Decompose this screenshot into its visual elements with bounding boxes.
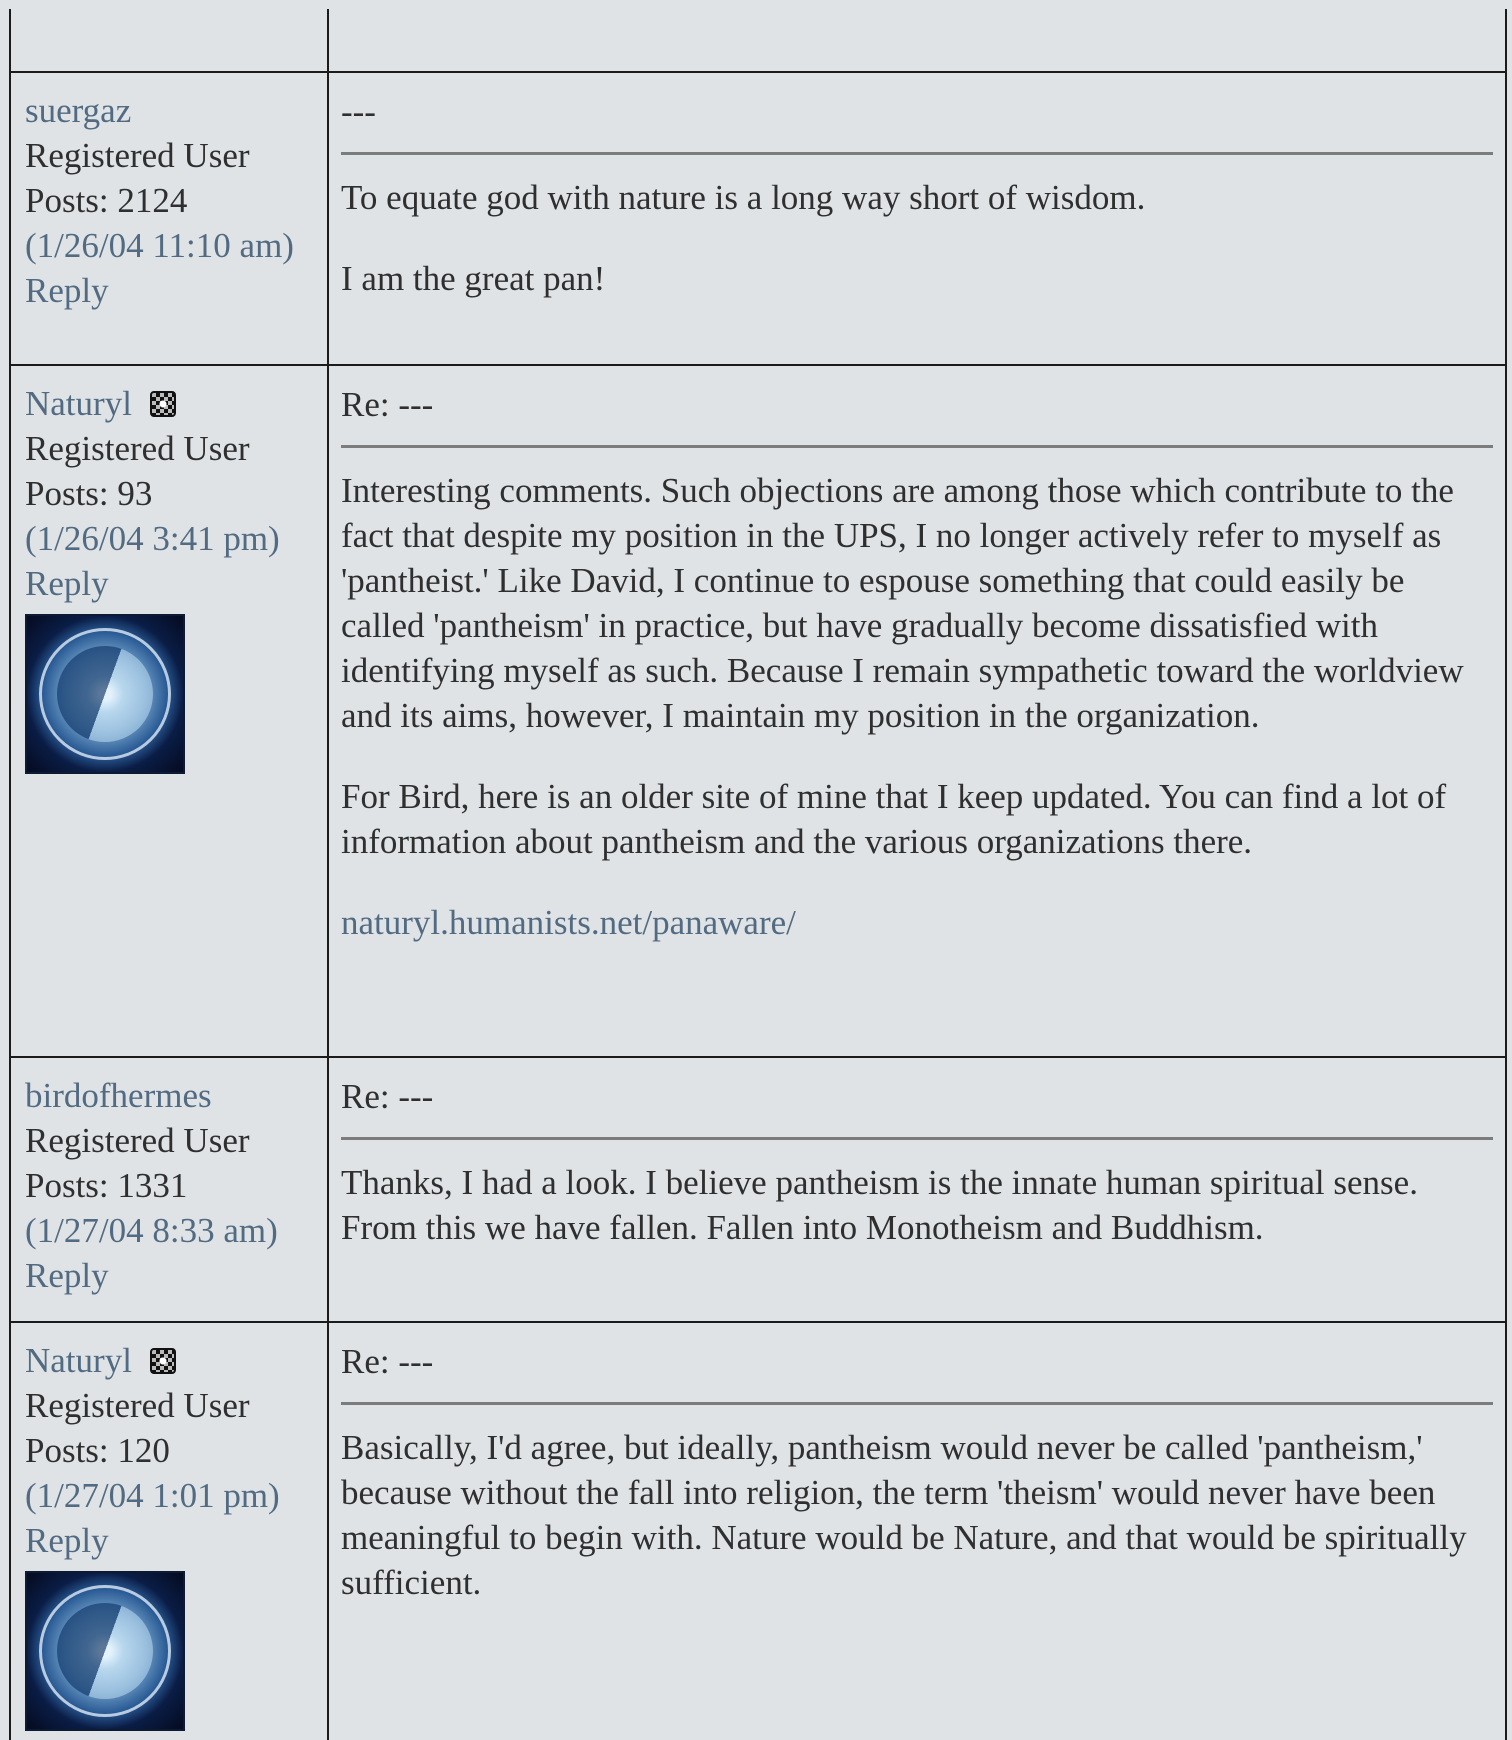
post-body: Thanks, I had a look. I believe pantheis… [341,1160,1493,1250]
post-row: suergaz Registered User Posts: 2124 (1/2… [9,71,1507,366]
reply-link[interactable]: Reply [25,271,109,310]
user-role: Registered User [25,429,250,468]
post-divider [341,1402,1493,1405]
post-content-cell: Re: --- Thanks, I had a look. I believe … [327,1056,1507,1323]
previous-post-row-remainder [9,9,1507,73]
post-divider [341,152,1493,155]
user-role: Registered User [25,136,250,175]
post-body: Basically, I'd agree, but ideally, panth… [341,1425,1493,1605]
username-link[interactable]: Naturyl [25,381,132,426]
post-body: To equate god with nature is a long way … [341,175,1493,301]
previous-post-cell [327,9,1507,73]
reply-link[interactable]: Reply [25,1521,109,1560]
post-timestamp-link[interactable]: (1/26/04 3:41 pm) [25,519,280,558]
post-content-cell: Re: --- Basically, I'd agree, but ideall… [327,1321,1507,1740]
post-paragraph: To equate god with nature is a long way … [341,178,1146,217]
post-content-cell: --- To equate god with nature is a long … [327,71,1507,366]
status-icon [149,1347,176,1374]
post-count: Posts: 93 [25,474,153,513]
username-link[interactable]: suergaz [25,88,131,133]
post-paragraph: Thanks, I had a look. I believe pantheis… [341,1163,1418,1247]
user-role: Registered User [25,1386,250,1425]
post-paragraph: Basically, I'd agree, but ideally, panth… [341,1428,1467,1602]
post-divider [341,445,1493,448]
username-link[interactable]: birdofhermes [25,1073,212,1118]
post-timestamp-link[interactable]: (1/27/04 1:01 pm) [25,1476,280,1515]
post-paragraph: I am the great pan! [341,259,606,298]
post-paragraph: Interesting comments. Such objections ar… [341,471,1464,735]
previous-user-cell [9,9,329,73]
status-icon [149,390,176,417]
username-link[interactable]: Naturyl [25,1338,132,1383]
avatar-image [25,1571,185,1731]
avatar-ring [39,1585,171,1717]
post-timestamp-link[interactable]: (1/26/04 11:10 am) [25,226,294,265]
post-row: Naturyl Registered User Posts: 120 (1/27… [9,1321,1507,1740]
post-timestamp-link[interactable]: (1/27/04 8:33 am) [25,1211,278,1250]
post-row: Naturyl Registered User Posts: 93 (1/26/… [9,364,1507,1058]
post-row: birdofhermes Registered User Posts: 1331… [9,1056,1507,1323]
post-count: Posts: 1331 [25,1166,188,1205]
post-count: Posts: 2124 [25,181,188,220]
post-content-cell: Re: --- Interesting comments. Such objec… [327,364,1507,1058]
user-role: Registered User [25,1121,250,1160]
post-title: Re: --- [341,1342,434,1381]
post-body: Interesting comments. Such objections ar… [341,468,1493,945]
reply-link[interactable]: Reply [25,564,109,603]
post-author-cell: Naturyl Registered User Posts: 120 (1/27… [9,1321,329,1740]
post-author-cell: birdofhermes Registered User Posts: 1331… [9,1056,329,1323]
avatar-ring [39,628,171,760]
post-author-cell: Naturyl Registered User Posts: 93 (1/26/… [9,364,329,1058]
post-title: Re: --- [341,385,434,424]
external-site-link[interactable]: naturyl.humanists.net/panaware/ [341,903,796,942]
avatar-image [25,614,185,774]
forum-thread-table: suergaz Registered User Posts: 2124 (1/2… [9,9,1507,1740]
post-count: Posts: 120 [25,1431,170,1470]
post-title: Re: --- [341,1077,434,1116]
reply-link[interactable]: Reply [25,1256,109,1295]
post-title: --- [341,92,376,131]
forum-page: suergaz Registered User Posts: 2124 (1/2… [0,0,1512,1740]
post-author-cell: suergaz Registered User Posts: 2124 (1/2… [9,71,329,366]
post-paragraph: For Bird, here is an older site of mine … [341,777,1447,861]
post-divider [341,1137,1493,1140]
